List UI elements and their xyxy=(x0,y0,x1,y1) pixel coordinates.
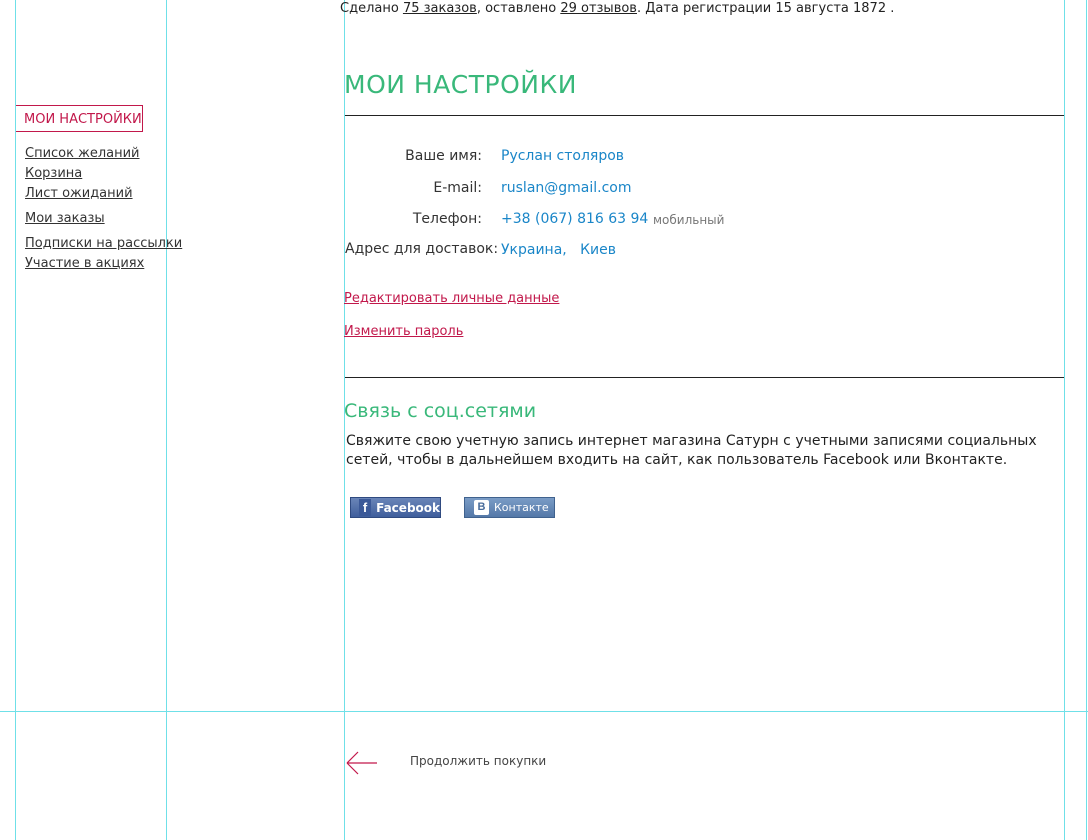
continue-shopping-link[interactable]: Продолжить покупки xyxy=(410,754,546,768)
email-label: E-mail: xyxy=(433,180,482,196)
facebook-icon: f xyxy=(359,499,372,516)
registration-date: . Дата регистрации 15 августа 1872 . xyxy=(636,1,895,16)
divider xyxy=(345,115,1064,116)
social-section-title: Связь с соц.сетями xyxy=(344,400,537,422)
address-label: Адрес для доставок: xyxy=(345,241,499,257)
facebook-button-label: Facebook xyxy=(376,500,440,515)
address-value: Украина, Киев xyxy=(501,242,616,258)
phone-label: Телефон: xyxy=(412,211,482,227)
sidebar-item-cart[interactable]: Корзина xyxy=(25,166,82,181)
name-label: Ваше имя: xyxy=(405,148,482,164)
orders-count-link[interactable]: 75 заказов xyxy=(403,1,477,16)
arrow-left-icon[interactable] xyxy=(345,750,379,776)
sidebar-item-waitlist[interactable]: Лист ожиданий xyxy=(25,186,133,201)
email-value: ruslan@gmail.com xyxy=(501,180,632,196)
stats-middle: , оставлено xyxy=(476,1,561,16)
reviews-count-link[interactable]: 29 отзывов xyxy=(560,1,637,16)
phone-value: +38 (067) 816 63 94 xyxy=(501,211,649,227)
stats-prefix: Сделано xyxy=(340,1,403,16)
name-value: Руслан столяров xyxy=(501,148,625,164)
social-section-description: Свяжите свою учетную запись интернет маг… xyxy=(346,433,1037,468)
guide-line xyxy=(1064,0,1065,840)
facebook-connect-button[interactable]: f Facebook xyxy=(350,497,441,518)
sidebar-item-orders[interactable]: Мои заказы xyxy=(25,211,105,226)
page-title: МОИ НАСТРОЙКИ xyxy=(344,70,577,99)
guide-line xyxy=(1086,0,1087,840)
vk-button-label: Контакте xyxy=(494,501,549,514)
vk-connect-button[interactable]: B Контакте xyxy=(464,497,555,518)
sidebar-item-subscriptions[interactable]: Подписки на рассылки xyxy=(25,236,182,251)
guide-line xyxy=(166,0,167,840)
sidebar-item-wishlist[interactable]: Список желаний xyxy=(25,146,140,161)
change-password-link[interactable]: Изменить пароль xyxy=(344,324,463,339)
phone-type-note: мобильный xyxy=(653,213,725,227)
vk-icon: B xyxy=(474,500,489,515)
sidebar-active-settings[interactable]: МОИ НАСТРОЙКИ xyxy=(16,105,143,132)
edit-profile-link[interactable]: Редактировать личные данные xyxy=(344,291,559,306)
guide-line xyxy=(0,711,1088,712)
sidebar-item-promotions[interactable]: Участие в акциях xyxy=(25,256,144,271)
account-stats: Сделано 75 заказов, оставлено 29 отзывов… xyxy=(340,1,894,16)
divider xyxy=(345,377,1064,378)
